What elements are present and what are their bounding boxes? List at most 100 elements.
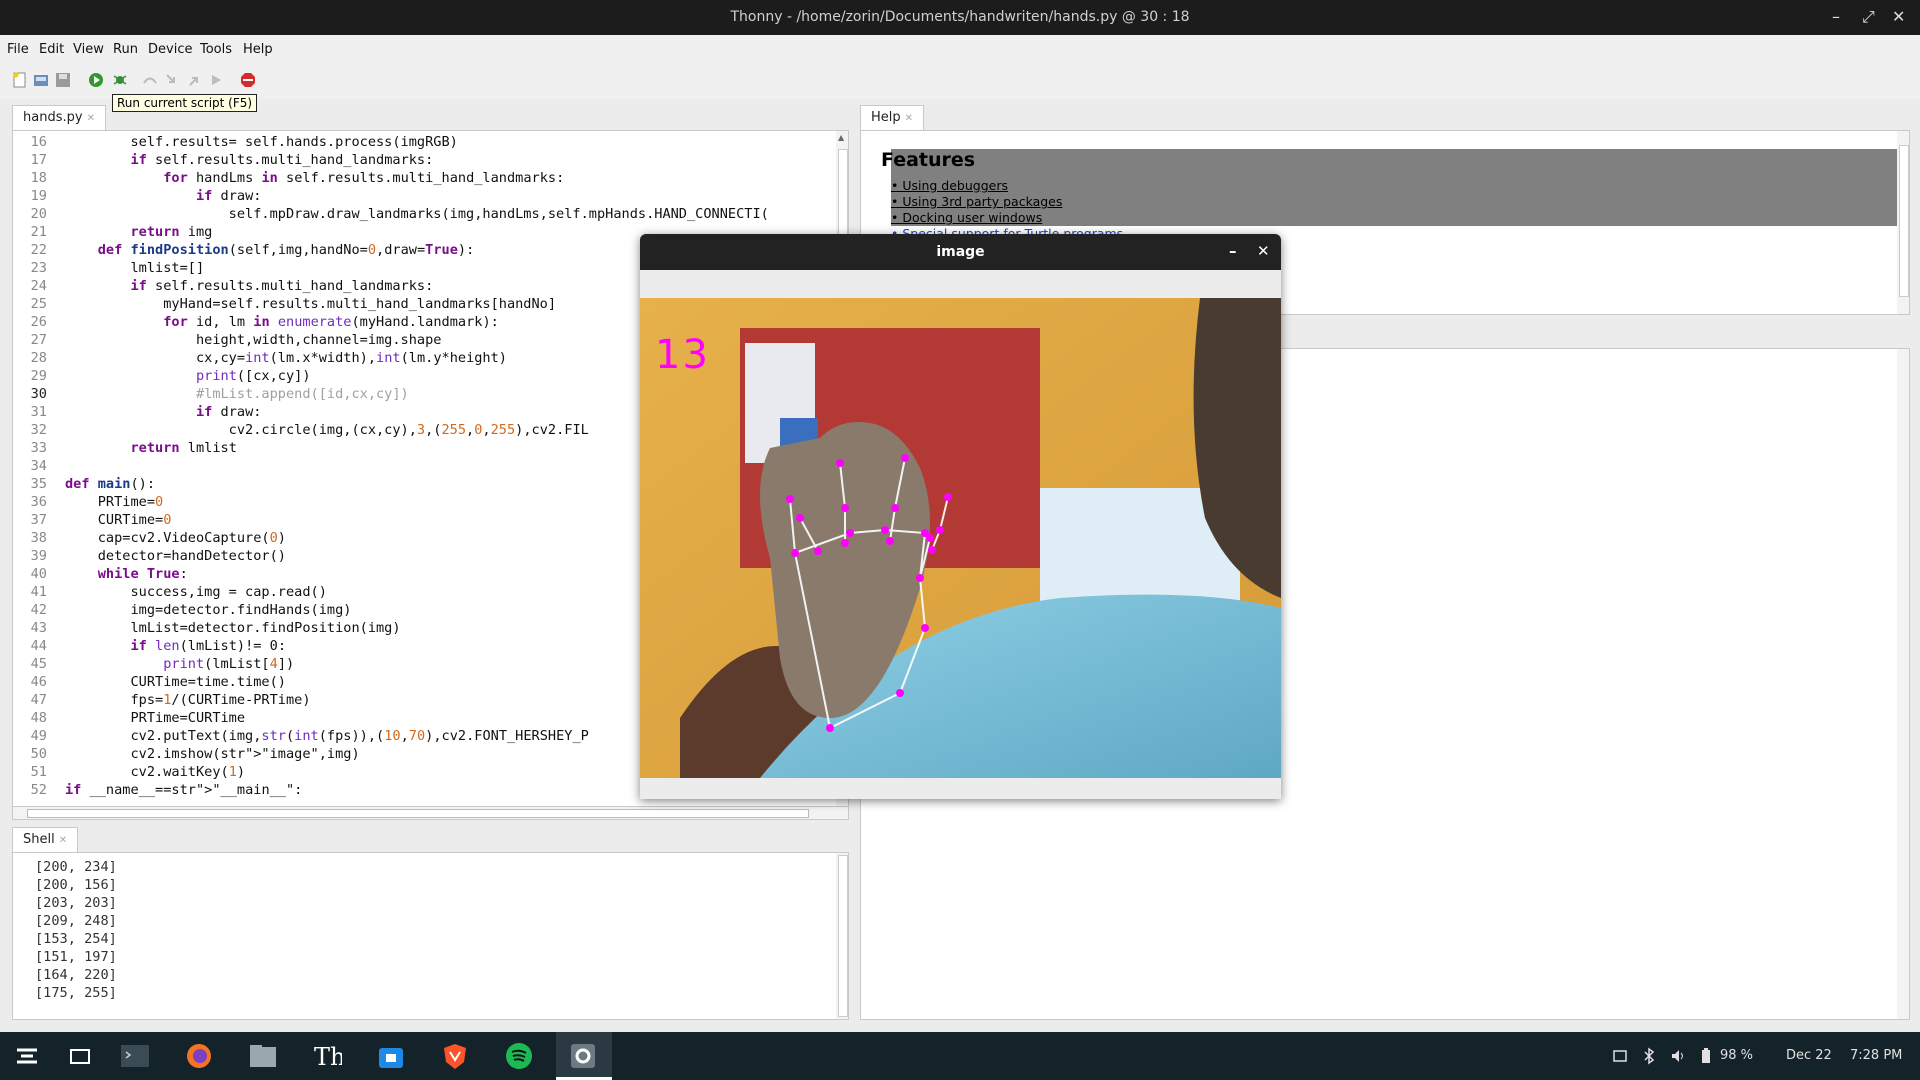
secondary-vertical-scrollbar[interactable] — [1897, 349, 1909, 1019]
code-text[interactable]: img=detector.findHands(img) — [65, 601, 351, 619]
menu-view[interactable]: View — [73, 42, 104, 57]
brave-icon[interactable] — [440, 1042, 470, 1070]
code-text[interactable]: fps=1/(CURTime-PRTime) — [65, 691, 310, 709]
spotify-icon[interactable] — [504, 1042, 534, 1070]
menu-file[interactable]: File — [7, 42, 29, 57]
open-file-icon[interactable] — [33, 72, 49, 88]
help-scroll-thumb[interactable] — [1899, 145, 1909, 297]
code-text[interactable]: PRTime=CURTime — [65, 709, 245, 727]
image-window[interactable]: image – ✕ 13 — [640, 234, 1281, 799]
code-text[interactable]: return img — [65, 223, 212, 241]
tab-hands-py[interactable]: hands.py ✕ — [12, 105, 106, 130]
notifications-icon[interactable] — [1612, 1048, 1628, 1064]
code-text[interactable]: if self.results.multi_hand_landmarks: — [65, 277, 433, 295]
code-text[interactable]: return lmlist — [65, 439, 236, 457]
code-text[interactable]: PRTime=0 — [65, 493, 163, 511]
minimize-icon[interactable]: – — [1832, 7, 1840, 26]
settings-icon[interactable] — [568, 1042, 598, 1070]
code-line[interactable]: 19 if draw: — [13, 187, 848, 205]
code-text[interactable]: CURTime=0 — [65, 511, 172, 529]
close-icon[interactable]: ✕ — [1892, 7, 1905, 26]
code-text[interactable]: CURTime=time.time() — [65, 673, 286, 691]
thonny-icon[interactable]: Th — [312, 1042, 342, 1070]
code-text[interactable]: cv2.waitKey(1) — [65, 763, 245, 781]
save-file-icon[interactable] — [55, 72, 71, 88]
scroll-up-icon[interactable]: ▲ — [838, 133, 844, 142]
clock-time[interactable]: 7:28 PM — [1850, 1048, 1902, 1063]
hand-landmark-dot — [841, 539, 849, 547]
code-text[interactable]: def main(): — [65, 475, 155, 493]
hand-landmark-dot — [916, 574, 924, 582]
code-text[interactable]: lmList=detector.findPosition(img) — [65, 619, 400, 637]
shell-tab-close-icon[interactable]: ✕ — [59, 835, 67, 846]
menu-help[interactable]: Help — [243, 42, 273, 57]
image-minimize-icon[interactable]: – — [1229, 242, 1237, 260]
code-text[interactable]: myHand=self.results.multi_hand_landmarks… — [65, 295, 556, 313]
tab-shell[interactable]: Shell ✕ — [12, 827, 79, 852]
help-tab-close-icon[interactable]: ✕ — [905, 113, 913, 124]
volume-icon[interactable] — [1670, 1048, 1686, 1064]
new-file-icon[interactable] — [12, 72, 28, 88]
code-text[interactable]: print([cx,cy]) — [65, 367, 311, 385]
code-text[interactable]: cap=cv2.VideoCapture(0) — [65, 529, 286, 547]
code-text[interactable]: for id, lm in enumerate(myHand.landmark)… — [65, 313, 499, 331]
desktop-icon[interactable] — [66, 1042, 96, 1070]
code-text[interactable]: cv2.circle(img,(cx,cy),3,(255,0,255),cv2… — [65, 421, 589, 439]
code-text[interactable]: detector=handDetector() — [65, 547, 286, 565]
code-text[interactable]: if self.results.multi_hand_landmarks: — [65, 151, 433, 169]
menu-tools[interactable]: Tools — [200, 42, 232, 57]
code-text[interactable]: print(lmList[4]) — [65, 655, 294, 673]
code-text[interactable]: if draw: — [65, 187, 261, 205]
code-text[interactable]: success,img = cap.read() — [65, 583, 326, 601]
code-text[interactable]: cv2.putText(img,str(int(fps)),(10,70),cv… — [65, 727, 588, 745]
code-text[interactable]: self.mpDraw.draw_landmarks(img,handLms,s… — [65, 205, 769, 223]
bluetooth-icon[interactable] — [1642, 1047, 1656, 1065]
run-icon[interactable] — [88, 72, 104, 88]
help-link-debuggers[interactable]: • Using debuggers — [891, 178, 1008, 193]
help-vertical-scrollbar[interactable] — [1897, 131, 1909, 314]
menu-edit[interactable]: Edit — [39, 42, 64, 57]
debug-icon[interactable] — [112, 72, 128, 88]
files-icon[interactable] — [248, 1042, 278, 1070]
stop-icon[interactable] — [240, 72, 256, 88]
code-text[interactable]: self.results= self.hands.process(imgRGB) — [65, 133, 457, 151]
terminal-icon[interactable] — [120, 1042, 150, 1070]
menu-device[interactable]: Device — [148, 42, 192, 57]
code-text[interactable]: cv2.imshow(str">"image",img) — [65, 745, 359, 763]
firefox-icon[interactable] — [184, 1042, 214, 1070]
code-text[interactable]: if len(lmList)!= 0: — [65, 637, 286, 655]
tab-close-icon[interactable]: ✕ — [87, 113, 95, 124]
clock-date[interactable]: Dec 22 — [1786, 1048, 1832, 1063]
code-text[interactable]: while True: — [65, 565, 188, 583]
line-number: 29 — [30, 368, 47, 384]
code-text[interactable]: if draw: — [65, 403, 261, 421]
code-line[interactable]: 17 if self.results.multi_hand_landmarks: — [13, 151, 848, 169]
help-link-turtle[interactable]: • Special support for Turtle programs — [891, 226, 1123, 234]
help-link-docking[interactable]: • Docking user windows — [891, 210, 1042, 225]
code-line[interactable]: 18 for handLms in self.results.multi_han… — [13, 169, 848, 187]
menu-run[interactable]: Run — [113, 42, 138, 57]
code-text[interactable]: height,width,channel=img.shape — [65, 331, 442, 349]
code-text[interactable]: lmlist=[] — [65, 259, 204, 277]
code-text[interactable]: #lmList.append([id,cx,cy]) — [65, 385, 409, 403]
code-line[interactable]: 20 self.mpDraw.draw_landmarks(img,handLm… — [13, 205, 848, 223]
editor-horizontal-scrollbar[interactable] — [12, 806, 849, 820]
code-line[interactable]: 16 self.results= self.hands.process(imgR… — [13, 133, 848, 151]
zorin-menu-icon[interactable] — [12, 1042, 42, 1070]
editor-hscroll-thumb[interactable] — [27, 809, 809, 818]
image-window-titlebar[interactable]: image – ✕ — [640, 234, 1281, 270]
shell-scroll-thumb[interactable] — [838, 855, 848, 1017]
code-text[interactable]: for handLms in self.results.multi_hand_l… — [65, 169, 564, 187]
maximize-icon[interactable]: ⤢ — [1862, 7, 1875, 27]
code-text[interactable]: cx,cy=int(lm.x*width),int(lm.y*height) — [65, 349, 507, 367]
battery-icon[interactable] — [1700, 1048, 1712, 1064]
image-close-icon[interactable]: ✕ — [1257, 242, 1270, 260]
code-text[interactable]: def findPosition(self,img,handNo=0,draw=… — [65, 241, 475, 259]
help-link-packages[interactable]: • Using 3rd party packages — [891, 194, 1062, 209]
line-number: 34 — [30, 458, 47, 474]
software-store-icon[interactable] — [376, 1042, 406, 1070]
code-text[interactable]: if __name__==str">"__main__": — [65, 781, 302, 799]
shell-panel[interactable]: [200, 234] [200, 156] [203, 203] [209, 248]… — [12, 852, 849, 1020]
tab-help[interactable]: Help ✕ — [860, 105, 925, 130]
shell-vertical-scrollbar[interactable] — [836, 853, 848, 1019]
